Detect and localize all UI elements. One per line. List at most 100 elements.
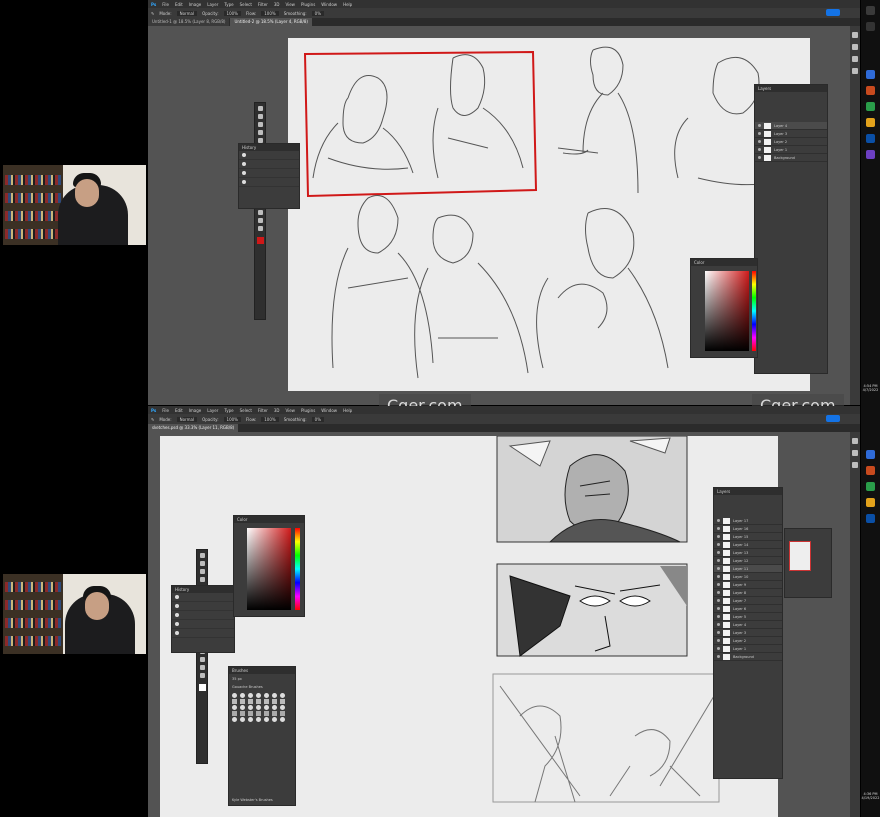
menu-item[interactable]: View <box>285 2 295 7</box>
hue-slider[interactable] <box>752 271 756 351</box>
color-field[interactable] <box>705 271 749 351</box>
menu-item[interactable]: Layer <box>207 408 218 413</box>
layer-row[interactable]: Layer 1 <box>755 146 827 154</box>
color-field[interactable] <box>247 528 291 610</box>
menu-item[interactable]: Type <box>224 2 233 7</box>
panel-icon[interactable] <box>852 32 858 38</box>
mode-select[interactable]: Normal <box>176 10 198 16</box>
menu-item[interactable]: Layer <box>207 2 218 7</box>
menu-item[interactable]: Image <box>189 408 202 413</box>
layer-row[interactable]: Layer 4 <box>755 122 827 130</box>
brush-size-field[interactable]: 35 px <box>229 674 295 684</box>
document-tab[interactable]: Untitled-1 @ 18.5% (Layer 8, RGB/8) <box>148 18 230 26</box>
menu-item[interactable]: Plugins <box>301 408 315 413</box>
app-icon[interactable] <box>866 70 875 79</box>
marquee-tool-icon[interactable] <box>257 114 263 119</box>
layer-row[interactable]: Layer 8 <box>714 589 782 597</box>
layer-row[interactable]: Layer 5 <box>714 613 782 621</box>
menu-item[interactable]: Edit <box>175 408 183 413</box>
panel-icon[interactable] <box>852 438 858 444</box>
smoothing-field[interactable]: 0% <box>311 10 325 16</box>
app-icon[interactable] <box>866 102 875 111</box>
hue-slider[interactable] <box>295 528 300 610</box>
layer-row[interactable]: Layer 14 <box>714 541 782 549</box>
menu-item[interactable]: 3D <box>274 2 280 7</box>
layer-row[interactable]: Layer 12 <box>714 557 782 565</box>
smoothing-field[interactable]: 0% <box>311 416 325 422</box>
photoshop-icon[interactable] <box>866 514 875 523</box>
layer-row[interactable]: Layer 3 <box>755 130 827 138</box>
zoom-tool-icon[interactable] <box>257 226 263 231</box>
layer-row[interactable]: Layer 7 <box>714 597 782 605</box>
share-button[interactable] <box>826 9 840 16</box>
move-tool-icon[interactable] <box>257 106 263 111</box>
brush-tool-icon[interactable]: ✎ <box>151 11 154 16</box>
layer-row[interactable]: Layer 13 <box>714 549 782 557</box>
foreground-color-swatch[interactable] <box>198 684 206 691</box>
app-icon[interactable] <box>866 498 875 507</box>
start-icon[interactable] <box>866 6 875 15</box>
layer-row[interactable]: Layer 2 <box>714 637 782 645</box>
layer-row[interactable]: Layer 4 <box>714 621 782 629</box>
hand-tool-icon[interactable] <box>257 218 263 223</box>
search-icon[interactable] <box>866 22 875 31</box>
brush-tool-icon[interactable]: ✎ <box>151 417 154 422</box>
flow-field[interactable]: 100% <box>261 10 279 16</box>
panel-icon[interactable] <box>852 462 858 468</box>
panel-icon[interactable] <box>852 450 858 456</box>
layer-row[interactable]: Layer 17 <box>714 517 782 525</box>
menu-item[interactable]: Select <box>240 2 252 7</box>
panel-icon[interactable] <box>852 56 858 62</box>
layer-row[interactable]: Layer 15 <box>714 533 782 541</box>
layer-row[interactable]: Layer 2 <box>755 138 827 146</box>
lasso-tool-icon[interactable] <box>199 569 205 574</box>
lasso-tool-icon[interactable] <box>257 122 263 127</box>
photoshop-icon[interactable] <box>866 134 875 143</box>
move-tool-icon[interactable] <box>199 553 205 558</box>
menu-item[interactable]: Plugins <box>301 2 315 7</box>
layer-row[interactable]: Layer 10 <box>714 573 782 581</box>
menu-item[interactable]: Filter <box>258 408 268 413</box>
layer-row[interactable]: Layer 6 <box>714 605 782 613</box>
layer-row[interactable]: Layer 1 <box>714 645 782 653</box>
menu-item[interactable]: 3D <box>274 408 280 413</box>
crop-tool-icon[interactable] <box>199 577 205 582</box>
flow-field[interactable]: 100% <box>261 416 279 422</box>
app-icon[interactable] <box>866 466 875 475</box>
layer-row[interactable]: Layer 3 <box>714 629 782 637</box>
menu-item[interactable]: Window <box>321 2 337 7</box>
zoom-tool-icon[interactable] <box>199 673 205 678</box>
app-icon[interactable] <box>866 86 875 95</box>
mode-select[interactable]: Normal <box>176 416 198 422</box>
menu-item[interactable]: Ps <box>151 408 156 413</box>
menu-item[interactable]: Filter <box>258 2 268 7</box>
document-tab-active[interactable]: Untitled-2 @ 18.5% (Layer 4, RGB/8) <box>230 18 312 26</box>
navigator-thumbnail[interactable] <box>789 541 811 571</box>
marquee-tool-icon[interactable] <box>199 561 205 566</box>
app-icon[interactable] <box>866 450 875 459</box>
menu-item[interactable]: File <box>162 2 169 7</box>
panel-icon[interactable] <box>852 44 858 50</box>
menu-item[interactable]: File <box>162 408 169 413</box>
app-icon[interactable] <box>866 482 875 491</box>
document-tab-active[interactable]: sketches.psd @ 33.3% (Layer 11, RGB/8) <box>148 424 239 432</box>
menu-item[interactable]: Help <box>343 408 352 413</box>
crop-tool-icon[interactable] <box>257 130 263 135</box>
layer-row[interactable]: Layer 9 <box>714 581 782 589</box>
menu-item[interactable]: Type <box>224 408 233 413</box>
shape-tool-icon[interactable] <box>199 657 205 662</box>
menu-item[interactable]: View <box>285 408 295 413</box>
menu-item[interactable]: Select <box>240 408 252 413</box>
menu-item[interactable]: Edit <box>175 2 183 7</box>
panel-icon[interactable] <box>852 68 858 74</box>
share-button[interactable] <box>826 415 840 422</box>
hand-tool-icon[interactable] <box>199 665 205 670</box>
app-icon[interactable] <box>866 150 875 159</box>
brush-footer-label[interactable]: Kyle Webster's Brushes <box>232 798 273 802</box>
app-icon[interactable] <box>866 118 875 127</box>
layer-row[interactable]: Background <box>755 154 827 162</box>
menu-item[interactable]: Image <box>189 2 202 7</box>
menu-item[interactable]: Window <box>321 408 337 413</box>
menu-item[interactable]: Help <box>343 2 352 7</box>
layer-row[interactable]: Background <box>714 653 782 661</box>
